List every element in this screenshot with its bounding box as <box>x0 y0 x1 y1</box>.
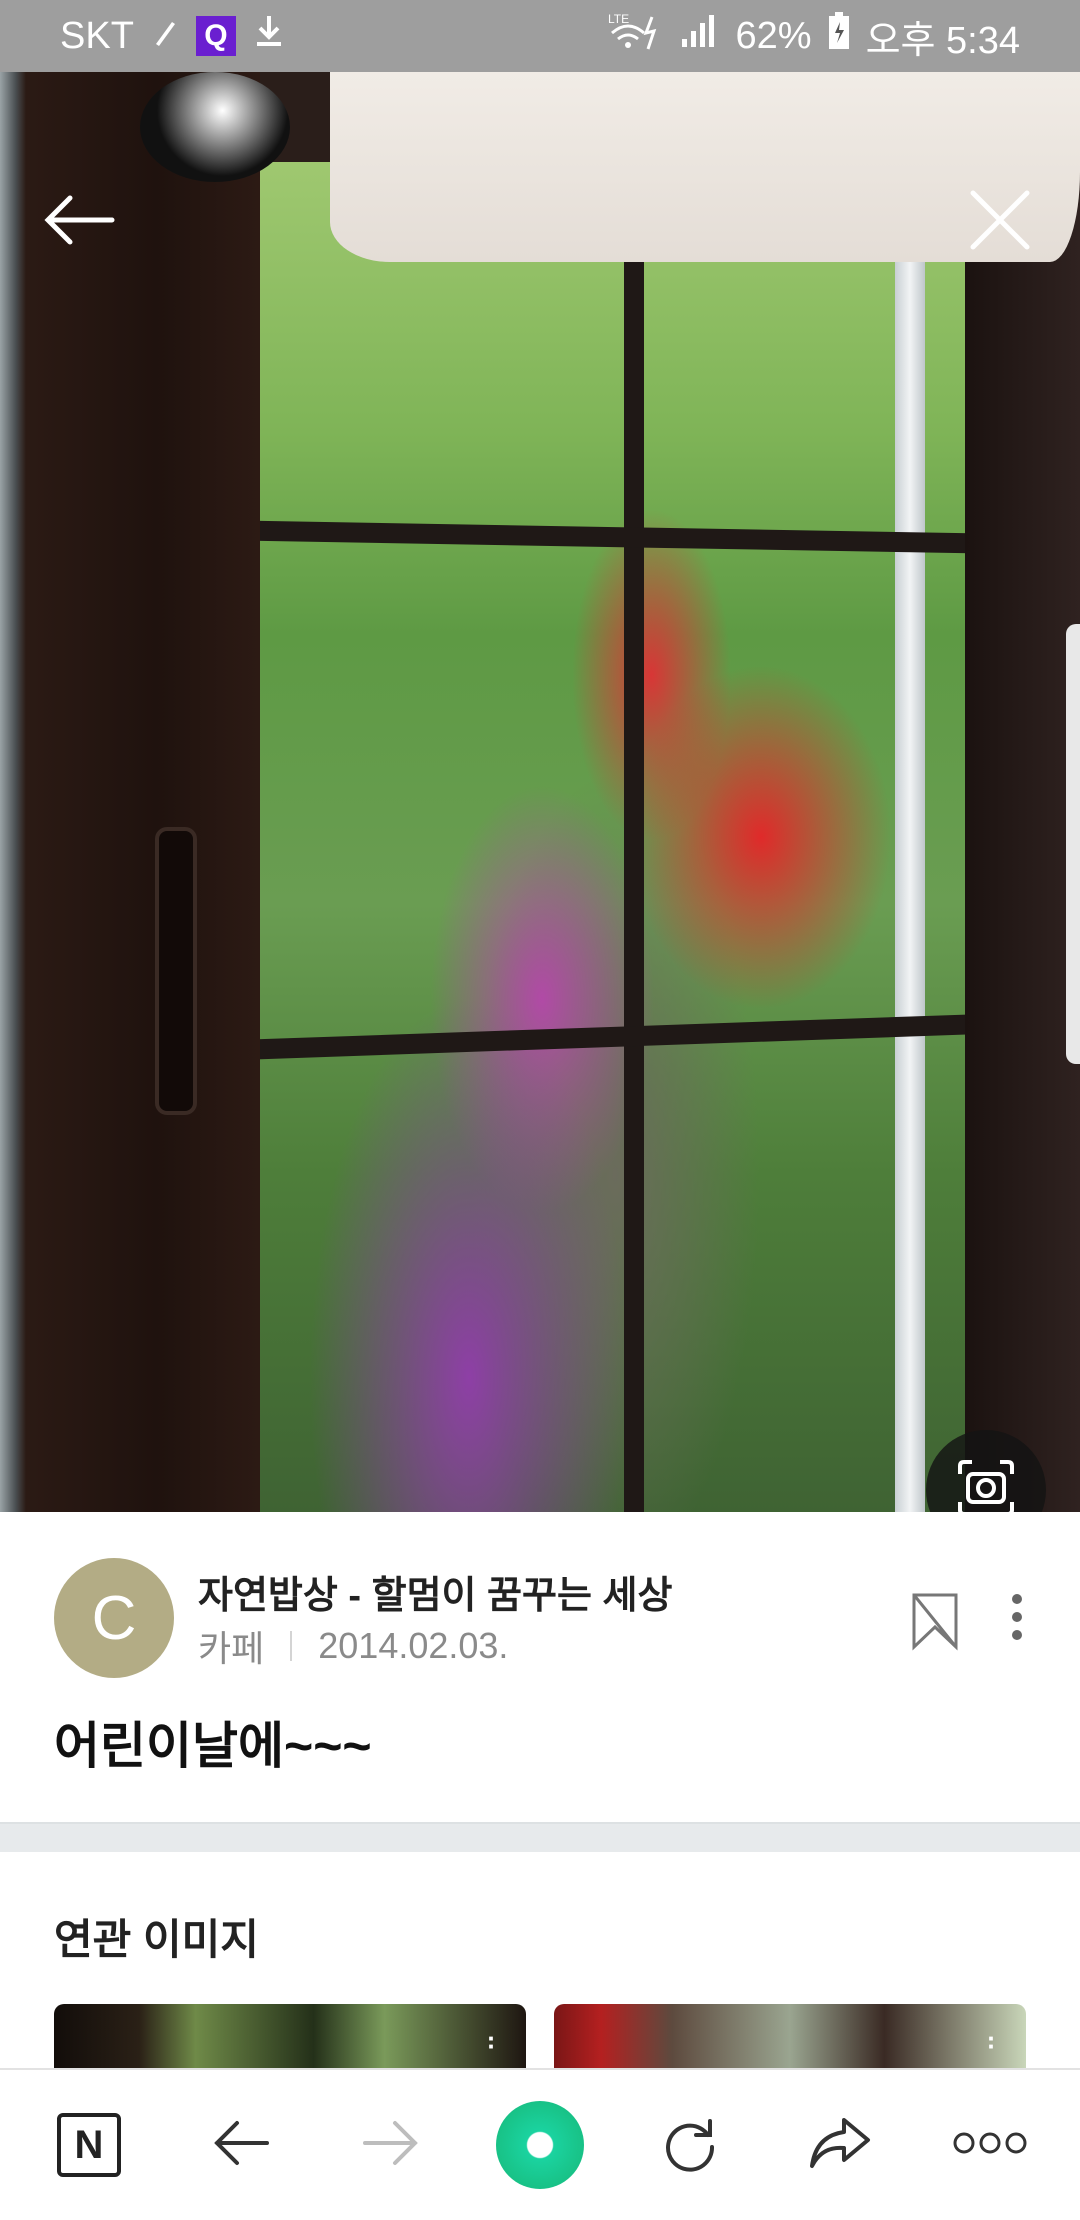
arrow-left-icon <box>40 190 116 255</box>
battery-icon <box>828 12 850 60</box>
browser-bottom-nav: N <box>0 2068 1080 2220</box>
pen-icon <box>152 15 178 58</box>
signal-icon <box>680 13 720 59</box>
green-dot-button[interactable] <box>485 2090 595 2200</box>
close-icon <box>967 187 1033 258</box>
lte-label: LTE <box>608 12 629 26</box>
download-icon <box>254 14 284 58</box>
close-button[interactable] <box>950 172 1050 272</box>
window-frame-right <box>965 72 1080 1512</box>
nav-back-button[interactable] <box>186 2090 296 2200</box>
naver-home-icon: N <box>57 2113 121 2177</box>
post-info: C 자연밥상 - 할멈이 꿈꾸는 세상 카페 2014.02.03. 어린이날에… <box>0 1512 1080 1822</box>
back-button[interactable] <box>28 172 128 272</box>
share-icon <box>808 2116 872 2175</box>
clock: 오후 5:34 <box>865 19 1020 62</box>
image-search-icon <box>954 1456 1018 1512</box>
forward-arrow-icon <box>361 2118 421 2173</box>
thumbnail-more-icon[interactable]: · · <box>987 2025 996 2059</box>
photo-viewer[interactable] <box>0 72 1080 1512</box>
post-date: 2014.02.03. <box>318 1625 509 1666</box>
meta-separator <box>290 1631 293 1661</box>
window-handle <box>155 827 197 1115</box>
carrier-label: SKT <box>60 14 134 57</box>
related-image-thumbnail[interactable]: · · <box>554 2004 1026 2074</box>
bookmark-button[interactable] <box>905 1588 965 1658</box>
window-frame-light <box>895 182 925 1512</box>
source-type: 카페 <box>198 1628 265 1669</box>
nav-forward-button[interactable] <box>336 2090 446 2200</box>
section-divider <box>0 1822 1080 1854</box>
status-bar: SKT Q LTE 62% 오후 5:34 <box>0 0 1080 72</box>
naver-home-button[interactable]: N <box>34 2090 144 2200</box>
garden-photo <box>250 162 980 1512</box>
window-muntin-vertical <box>624 182 644 1512</box>
vertical-dots-icon <box>1010 1592 1024 1647</box>
curtain-knob <box>140 72 290 182</box>
side-panel-handle[interactable] <box>1066 624 1080 1064</box>
share-button[interactable] <box>785 2090 895 2200</box>
source-name[interactable]: 자연밥상 - 할멈이 꿈꾸는 세상 <box>198 1564 672 1619</box>
more-options-button[interactable] <box>990 1584 1044 1654</box>
refresh-icon <box>660 2113 720 2178</box>
source-avatar[interactable]: C <box>54 1558 174 1678</box>
lte-wifi-icon: LTE <box>608 11 664 61</box>
q-app-icon: Q <box>195 16 236 56</box>
back-arrow-icon <box>211 2118 271 2173</box>
related-image-thumbnail[interactable]: · · <box>54 2004 526 2074</box>
bookmark-icon <box>910 1591 960 1656</box>
related-images-section: 연관 이미지 · · · · <box>0 1852 1080 2074</box>
refresh-button[interactable] <box>635 2090 745 2200</box>
menu-button[interactable] <box>935 2090 1045 2200</box>
related-images-title: 연관 이미지 <box>54 1916 259 1963</box>
more-dots-icon <box>952 2131 1028 2160</box>
green-dot-icon <box>496 2101 584 2189</box>
thumbnail-more-icon[interactable]: · · <box>487 2025 496 2059</box>
window-frame-left <box>0 72 260 1512</box>
post-meta: 카페 2014.02.03. <box>198 1620 508 1672</box>
post-title[interactable]: 어린이날에~~~ <box>54 1706 372 1778</box>
battery-percent: 62% <box>735 14 812 57</box>
